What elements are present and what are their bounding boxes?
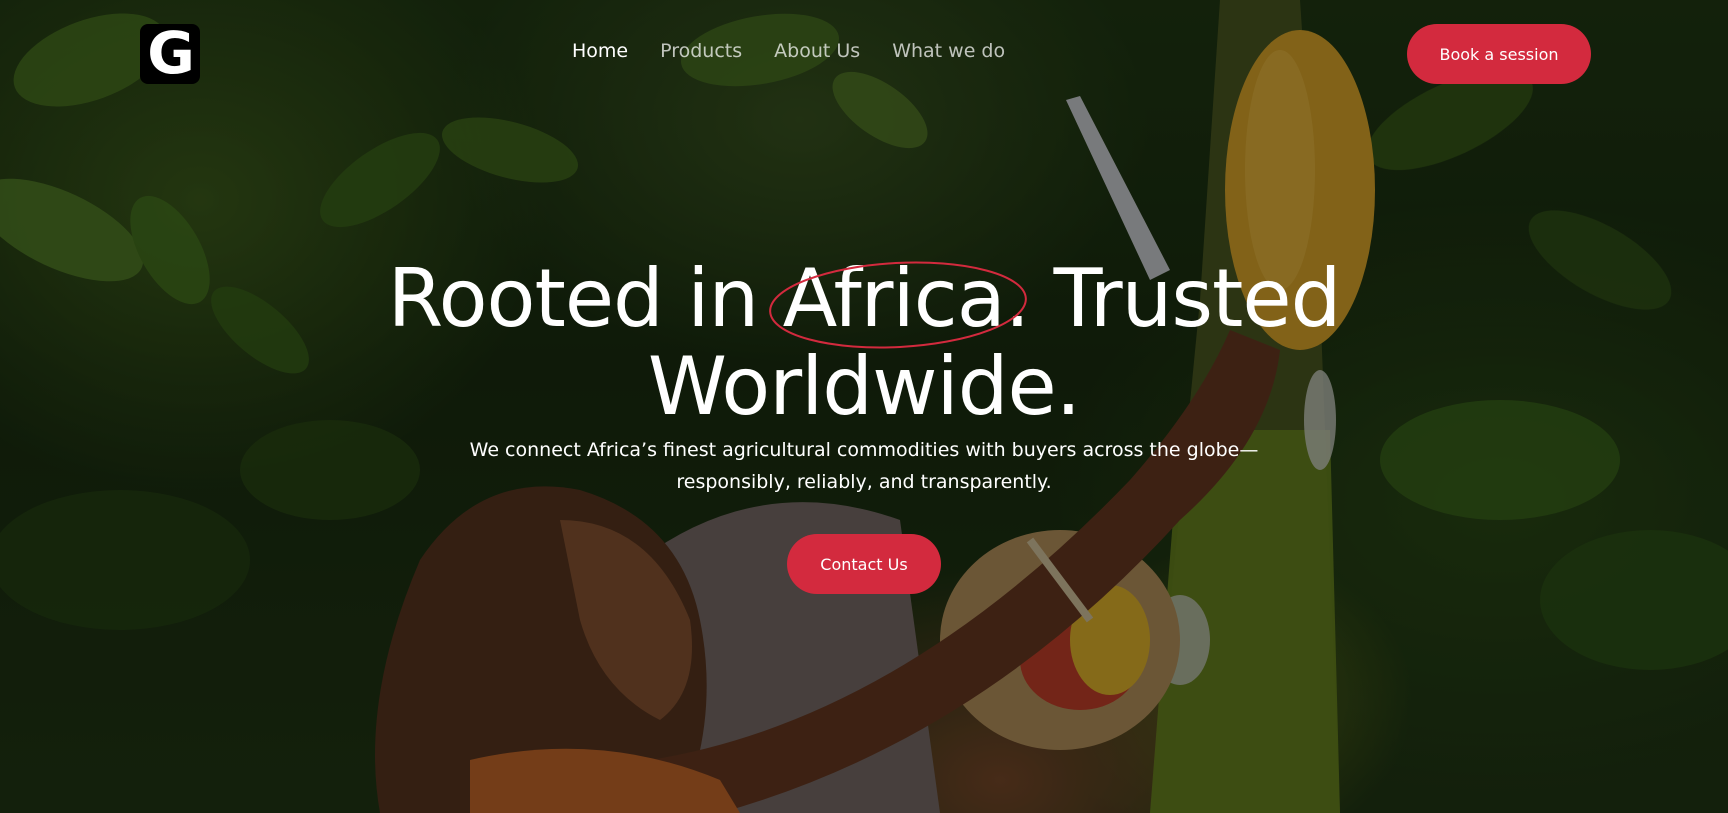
headline-line-1: Rooted in Africa. Trusted xyxy=(0,252,1728,349)
headline-highlight: Africa. xyxy=(768,255,1030,349)
hero-subtext: We connect Africa’s finest agricultural … xyxy=(469,439,1259,493)
highlight-circle-icon xyxy=(768,261,1027,349)
contact-us-button[interactable]: Contact Us xyxy=(787,534,941,594)
headline-part-2: Trusted xyxy=(1029,252,1342,345)
headline-line-2: Worldwide. xyxy=(647,340,1081,433)
hero-headline: Rooted in Africa. Trusted Worldwide. xyxy=(0,255,1728,431)
headline-part-1: Rooted in xyxy=(387,252,783,345)
hero-section: Rooted in Africa. Trusted Worldwide. We … xyxy=(0,0,1728,813)
